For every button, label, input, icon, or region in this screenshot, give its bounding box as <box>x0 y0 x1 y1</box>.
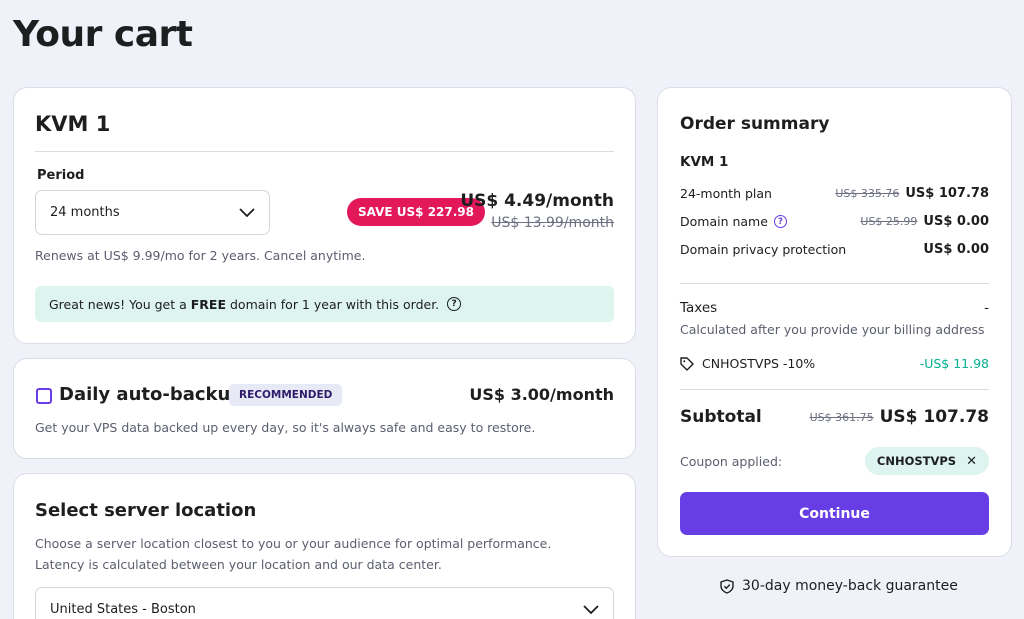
chevron-down-icon <box>583 604 599 614</box>
row-label: 24-month plan <box>680 186 772 201</box>
coupon-code: CNHOSTVPS <box>876 454 957 468</box>
row-value: US$ 0.00 <box>923 214 989 229</box>
free-domain-text: Great news! You get a FREE domain for 1 … <box>49 296 440 312</box>
subtotal-old-price: US$ 361.75 <box>809 410 874 424</box>
location-value: United States - Boston <box>50 602 196 617</box>
continue-button[interactable]: Continue <box>680 492 989 535</box>
order-summary-card: Order summary KVM 1 24-month plan US$ 33… <box>657 87 1012 557</box>
period-label: Period <box>37 168 85 183</box>
help-icon[interactable]: ? <box>447 297 462 311</box>
taxes-label: Taxes <box>680 300 718 316</box>
coupon-applied-label: Coupon applied: <box>680 453 783 469</box>
taxes-value: - <box>984 300 989 316</box>
help-icon[interactable]: ? <box>773 215 787 228</box>
coupon-applied-row: Coupon applied: CNHOSTVPS ✕ <box>680 447 989 475</box>
row-old-price: US$ 25.99 <box>860 215 918 228</box>
tag-icon <box>680 356 694 371</box>
taxes-note: Calculated after you provide your billin… <box>680 322 985 337</box>
page-title: Your cart <box>13 14 193 55</box>
guarantee-text: 30-day money-back guarantee <box>742 578 958 594</box>
summary-row-domain: Domain name ? US$ 25.99 US$ 0.00 <box>680 214 989 229</box>
plan-card: KVM 1 Period 24 months SAVE US$ 227.98 U… <box>13 87 636 344</box>
shield-check-icon <box>720 578 734 594</box>
money-back-guarantee: 30-day money-back guarantee <box>720 578 958 594</box>
row-label: Domain privacy protection <box>680 242 847 257</box>
divider <box>680 389 989 390</box>
backup-checkbox[interactable] <box>36 388 52 404</box>
subtotal-label: Subtotal <box>680 407 762 427</box>
location-title: Select server location <box>35 500 257 521</box>
subtotal-value: US$ 107.78 <box>879 407 989 427</box>
location-card: Select server location Choose a server l… <box>13 473 636 619</box>
backup-title: Daily auto-backup <box>59 384 244 405</box>
summary-title: Order summary <box>680 114 830 134</box>
plan-price: US$ 4.49/month <box>460 191 614 211</box>
plan-title: KVM 1 <box>35 112 111 136</box>
backup-description: Get your VPS data backed up every day, s… <box>35 420 536 435</box>
backup-card: Daily auto-backup RECOMMENDED US$ 3.00/m… <box>13 358 636 459</box>
row-value: US$ 0.00 <box>923 242 989 257</box>
backup-price: US$ 3.00/month <box>469 385 614 404</box>
location-description: Choose a server location closest to you … <box>35 536 552 572</box>
summary-row-taxes: Taxes - <box>680 300 989 316</box>
period-value: 24 months <box>50 205 120 220</box>
summary-plan: KVM 1 <box>680 154 729 170</box>
row-old-price: US$ 335.76 <box>835 187 900 200</box>
row-value: US$ 107.78 <box>905 186 989 201</box>
summary-row-plan: 24-month plan US$ 335.76 US$ 107.78 <box>680 186 989 201</box>
close-icon[interactable]: ✕ <box>966 454 977 469</box>
coupon-chip: CNHOSTVPS ✕ <box>864 447 989 475</box>
location-select[interactable]: United States - Boston <box>35 587 614 619</box>
row-label: Domain name <box>680 214 768 229</box>
recommended-badge: RECOMMENDED <box>229 384 343 406</box>
chevron-down-icon <box>239 207 255 217</box>
summary-row-privacy: Domain privacy protection US$ 0.00 <box>680 242 989 257</box>
divider <box>680 283 989 284</box>
renewal-note: Renews at US$ 9.99/mo for 2 years. Cance… <box>35 248 366 263</box>
coupon-label: CNHOSTVPS -10% <box>702 356 816 371</box>
summary-row-subtotal: Subtotal US$ 361.75 US$ 107.78 <box>680 407 989 427</box>
divider <box>35 151 614 152</box>
free-domain-banner: Great news! You get a FREE domain for 1 … <box>35 286 614 322</box>
period-select[interactable]: 24 months <box>35 190 270 235</box>
plan-old-price: US$ 13.99/month <box>491 215 614 231</box>
coupon-discount: -US$ 11.98 <box>919 356 989 371</box>
summary-row-coupon: CNHOSTVPS -10% -US$ 11.98 <box>680 356 989 371</box>
